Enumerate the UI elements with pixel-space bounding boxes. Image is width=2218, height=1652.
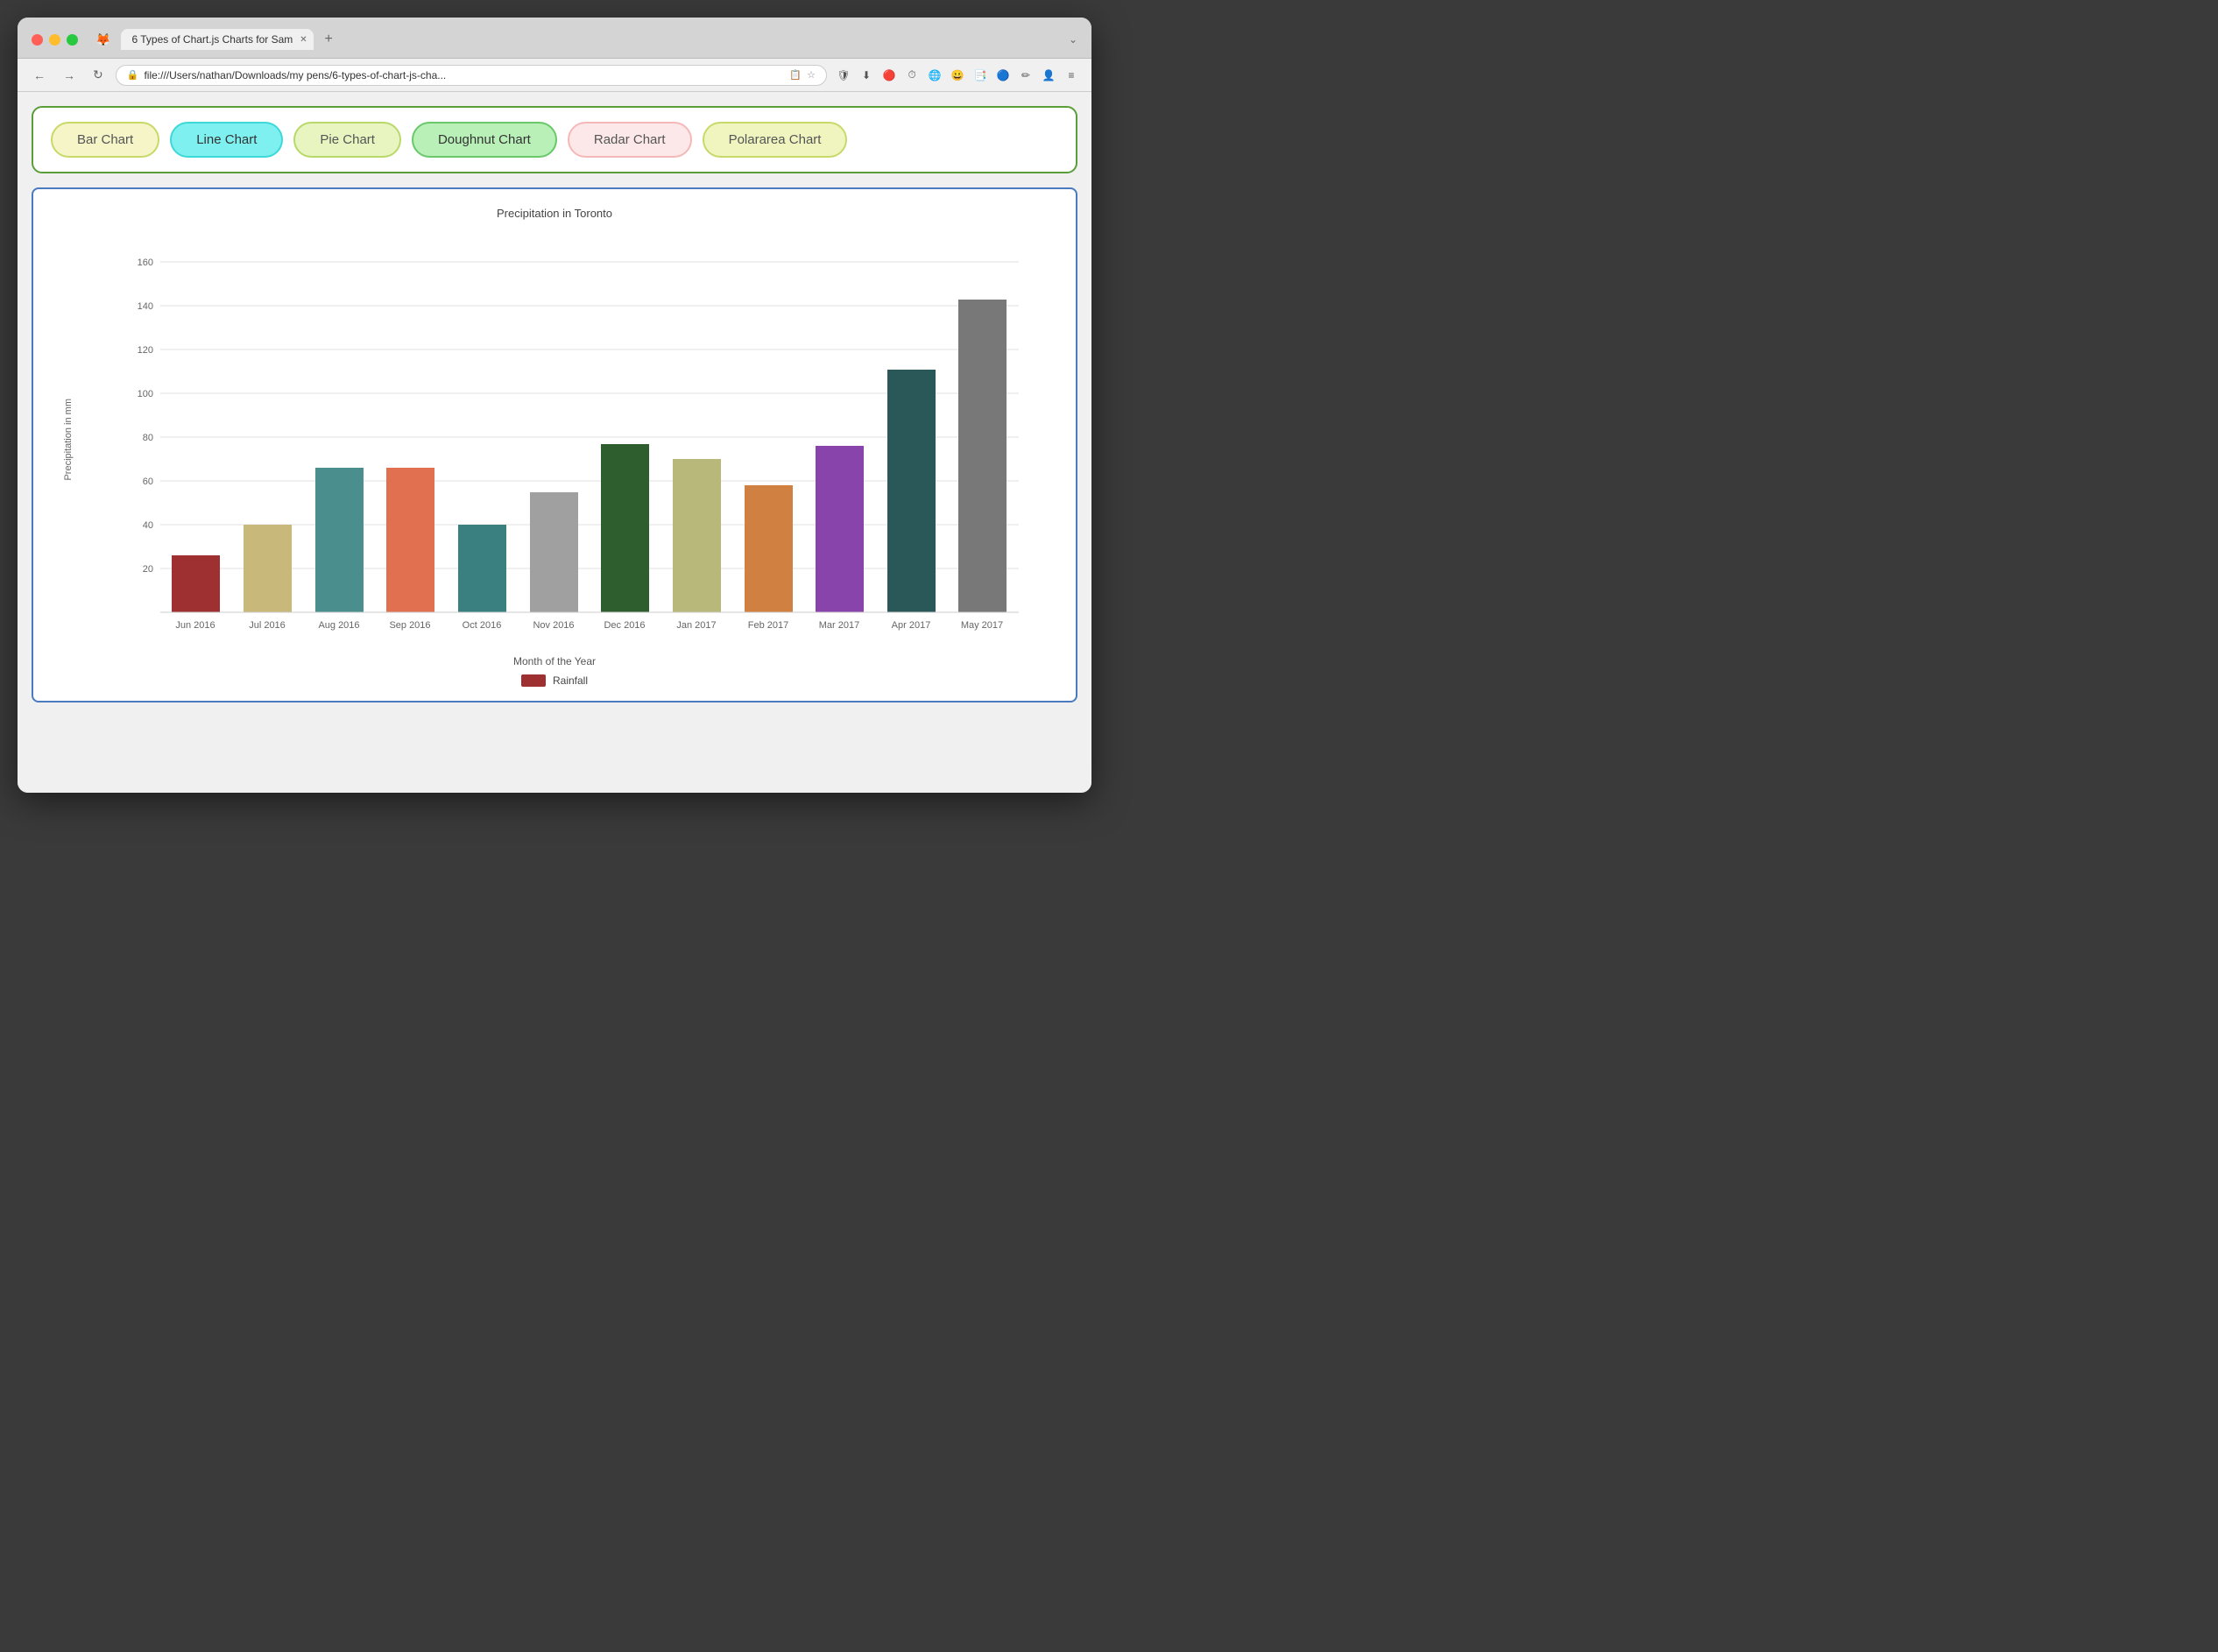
bar-may2017: [958, 300, 1007, 612]
bar-dec2016: [601, 444, 649, 612]
active-tab[interactable]: 6 Types of Chart.js Charts for Sam ✕: [121, 29, 314, 50]
tab-close-icon[interactable]: ✕: [300, 35, 307, 45]
bookmark-icon[interactable]: 📑: [971, 66, 990, 85]
bar-aug2016: [315, 468, 364, 612]
svg-text:Jan 2017: Jan 2017: [676, 620, 716, 631]
svg-text:120: 120: [138, 345, 153, 356]
favicon-icon: 🦊: [95, 32, 110, 47]
extension7-icon[interactable]: 👤: [1039, 66, 1058, 85]
minimize-button[interactable]: [49, 34, 60, 46]
extension3-icon[interactable]: 🌐: [925, 66, 944, 85]
shield-icon[interactable]: 🛡: [834, 66, 853, 85]
bar-nov2016: [530, 492, 578, 612]
bar-apr2017: [887, 370, 936, 612]
bar-jan2017: [673, 459, 721, 612]
bar-feb2017: [745, 485, 793, 612]
bar-chart-button[interactable]: Bar Chart: [51, 122, 159, 158]
page-content: Bar Chart Line Chart Pie Chart Doughnut …: [18, 92, 1091, 793]
bar-chart-svg: .grid-line { stroke: #e0e0e0; stroke-wid…: [86, 227, 1058, 647]
extension5-icon[interactable]: 🔵: [993, 66, 1013, 85]
svg-text:Feb 2017: Feb 2017: [748, 620, 788, 631]
extension6-icon[interactable]: ✏: [1016, 66, 1035, 85]
close-button[interactable]: [32, 34, 43, 46]
svg-text:Dec 2016: Dec 2016: [604, 620, 645, 631]
svg-text:Jun 2016: Jun 2016: [175, 620, 215, 631]
extension2-icon[interactable]: ⏱: [902, 66, 922, 85]
bar-jun2016: [172, 555, 220, 612]
forward-button[interactable]: →: [58, 65, 81, 86]
svg-text:Mar 2017: Mar 2017: [819, 620, 859, 631]
bar-jul2016: [244, 525, 292, 612]
nav-buttons-container: Bar Chart Line Chart Pie Chart Doughnut …: [32, 106, 1077, 173]
bar-mar2017: [816, 446, 864, 612]
chart-title: Precipitation in Toronto: [51, 207, 1058, 220]
line-chart-button[interactable]: Line Chart: [170, 122, 283, 158]
polararea-chart-button[interactable]: Polararea Chart: [703, 122, 848, 158]
svg-text:Nov 2016: Nov 2016: [533, 620, 574, 631]
url-text: file:///Users/nathan/Downloads/my pens/6…: [144, 69, 784, 81]
chart-container: Precipitation in Toronto Precipitation i…: [32, 187, 1077, 702]
svg-text:40: 40: [143, 520, 153, 531]
maximize-button[interactable]: [67, 34, 78, 46]
svg-text:May 2017: May 2017: [961, 620, 1003, 631]
chevron-down-icon[interactable]: ⌄: [1069, 33, 1077, 46]
toolbar-icons: 🛡 ⬇ 🔴 ⏱ 🌐 😀 📑 🔵 ✏ 👤 ≡: [834, 66, 1081, 85]
pie-chart-button[interactable]: Pie Chart: [293, 122, 401, 158]
svg-text:80: 80: [143, 433, 153, 443]
svg-text:20: 20: [143, 564, 153, 575]
extension1-icon[interactable]: 🔴: [879, 66, 899, 85]
bar-sep2016: [386, 468, 434, 612]
svg-text:140: 140: [138, 301, 153, 312]
address-bar[interactable]: 🔒 file:///Users/nathan/Downloads/my pens…: [116, 65, 827, 86]
download-icon[interactable]: ⬇: [857, 66, 876, 85]
chart-legend: Rainfall: [51, 674, 1058, 687]
browser-window: 🦊 6 Types of Chart.js Charts for Sam ✕ +…: [18, 18, 1091, 793]
doughnut-chart-button[interactable]: Doughnut Chart: [412, 122, 557, 158]
browser-titlebar: 🦊 6 Types of Chart.js Charts for Sam ✕ +…: [18, 18, 1091, 59]
tab-bar: 6 Types of Chart.js Charts for Sam ✕ +: [121, 28, 1058, 51]
svg-text:160: 160: [138, 258, 153, 268]
new-tab-button[interactable]: +: [317, 28, 339, 51]
radar-chart-button[interactable]: Radar Chart: [568, 122, 692, 158]
back-button[interactable]: ←: [28, 65, 51, 86]
svg-text:Aug 2016: Aug 2016: [318, 620, 359, 631]
svg-text:Sep 2016: Sep 2016: [389, 620, 430, 631]
tab-title: 6 Types of Chart.js Charts for Sam: [131, 33, 293, 46]
y-axis-label: Precipitation in mm: [63, 399, 74, 481]
menu-icon[interactable]: ≡: [1062, 66, 1081, 85]
legend-color-swatch: [521, 674, 546, 687]
bar-oct2016: [458, 525, 506, 612]
reload-button[interactable]: ↻: [88, 64, 109, 86]
traffic-lights: [32, 34, 78, 46]
svg-text:Jul 2016: Jul 2016: [249, 620, 286, 631]
browser-toolbar: ← → ↻ 🔒 file:///Users/nathan/Downloads/m…: [18, 59, 1091, 92]
svg-text:100: 100: [138, 389, 153, 399]
legend-label: Rainfall: [553, 674, 588, 687]
svg-text:Oct 2016: Oct 2016: [463, 620, 502, 631]
svg-text:Apr 2017: Apr 2017: [892, 620, 931, 631]
x-axis-label: Month of the Year: [51, 655, 1058, 667]
svg-text:60: 60: [143, 477, 153, 487]
extension4-icon[interactable]: 😀: [948, 66, 967, 85]
